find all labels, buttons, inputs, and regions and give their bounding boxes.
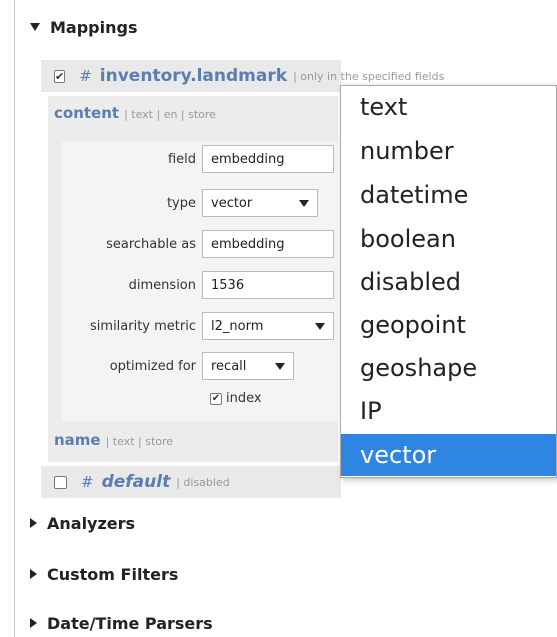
mappings-label: Mappings: [50, 17, 138, 37]
chevron-down-icon: [299, 200, 309, 207]
field-meta: | text | en | store: [124, 108, 216, 121]
index-enabled-checkbox[interactable]: ✔: [54, 69, 66, 83]
dropdown-option[interactable]: text: [341, 86, 556, 128]
optimized-select-value: recall: [211, 358, 247, 374]
expanded-triangle-icon: [30, 23, 40, 31]
field-label: field: [167, 151, 196, 167]
dropdown-option-selected[interactable]: vector: [341, 434, 556, 476]
field-meta: | text | store: [105, 435, 174, 448]
mappings-section-header[interactable]: Mappings: [30, 16, 557, 38]
optimized-select[interactable]: recall: [202, 352, 294, 380]
collapsed-triangle-icon: [30, 618, 37, 628]
collapsed-triangle-icon: [30, 569, 37, 579]
hash-icon: #: [79, 67, 92, 85]
collapsed-triangle-icon: [30, 518, 37, 528]
index-meta: | disabled: [176, 475, 230, 489]
dropdown-option[interactable]: disabled: [341, 261, 556, 303]
dropdown-option[interactable]: number: [341, 130, 556, 172]
similarity-select[interactable]: l2_norm: [202, 312, 334, 340]
type-dropdown-list: text number datetime boolean disabled ge…: [340, 85, 557, 478]
custom-filters-section-header[interactable]: Custom Filters: [30, 563, 557, 585]
form-row-similarity: similarity metric l2_norm: [62, 311, 338, 341]
dropdown-option[interactable]: geoshape: [341, 347, 556, 389]
field-name[interactable]: content: [54, 104, 119, 122]
index-row-inventory[interactable]: ✔ # inventory.landmark | only in the spe…: [41, 60, 444, 92]
optimized-label: optimized for: [109, 358, 196, 374]
dropdown-option[interactable]: datetime: [341, 174, 556, 216]
chevron-down-icon: [315, 323, 325, 330]
index-option-label: index: [226, 391, 262, 406]
searchable-input[interactable]: embedding: [202, 230, 334, 258]
index-option-row[interactable]: ✔ index: [210, 391, 262, 406]
analyzers-label: Analyzers: [47, 513, 136, 533]
index-checkbox[interactable]: ✔: [210, 392, 222, 405]
index-row-default[interactable]: # default | disabled: [41, 466, 341, 498]
dropdown-option[interactable]: boolean: [341, 218, 556, 260]
dropdown-option[interactable]: IP: [341, 390, 556, 432]
form-row-type: type vector: [62, 188, 338, 218]
datetime-parsers-section-header[interactable]: Date/Time Parsers: [30, 612, 557, 634]
form-row-dimension: dimension 1536: [62, 270, 338, 300]
analyzers-section-header[interactable]: Analyzers: [30, 512, 557, 534]
type-select[interactable]: vector: [202, 189, 318, 217]
custom-filters-label: Custom Filters: [47, 564, 179, 584]
similarity-select-value: l2_norm: [211, 318, 264, 334]
form-row-optimized: optimized for recall: [62, 351, 338, 381]
field-name-header[interactable]: name | text | store: [54, 431, 173, 449]
dropdown-option[interactable]: geopoint: [341, 304, 556, 346]
datetime-parsers-label: Date/Time Parsers: [47, 613, 213, 633]
similarity-label: similarity metric: [90, 318, 196, 334]
dimension-input[interactable]: 1536: [202, 271, 334, 299]
hash-icon: #: [81, 473, 94, 491]
index-meta: | only in the specified fields: [293, 69, 445, 83]
type-label: type: [166, 195, 196, 211]
field-input[interactable]: embedding: [202, 145, 334, 173]
type-select-value: vector: [211, 195, 253, 211]
field-form: field embedding type vector searchable a…: [62, 141, 338, 421]
form-row-searchable: searchable as embedding: [62, 229, 338, 259]
field-content-header[interactable]: content | text | en | store: [54, 104, 216, 122]
field-name[interactable]: name: [54, 431, 101, 449]
searchable-label: searchable as: [106, 236, 196, 252]
form-row-field: field embedding: [62, 144, 338, 174]
dimension-label: dimension: [128, 277, 196, 293]
index-disabled-checkbox[interactable]: [54, 475, 67, 489]
index-name[interactable]: inventory.landmark: [100, 66, 287, 86]
index-name[interactable]: default: [102, 472, 171, 492]
chevron-down-icon: [275, 363, 285, 370]
